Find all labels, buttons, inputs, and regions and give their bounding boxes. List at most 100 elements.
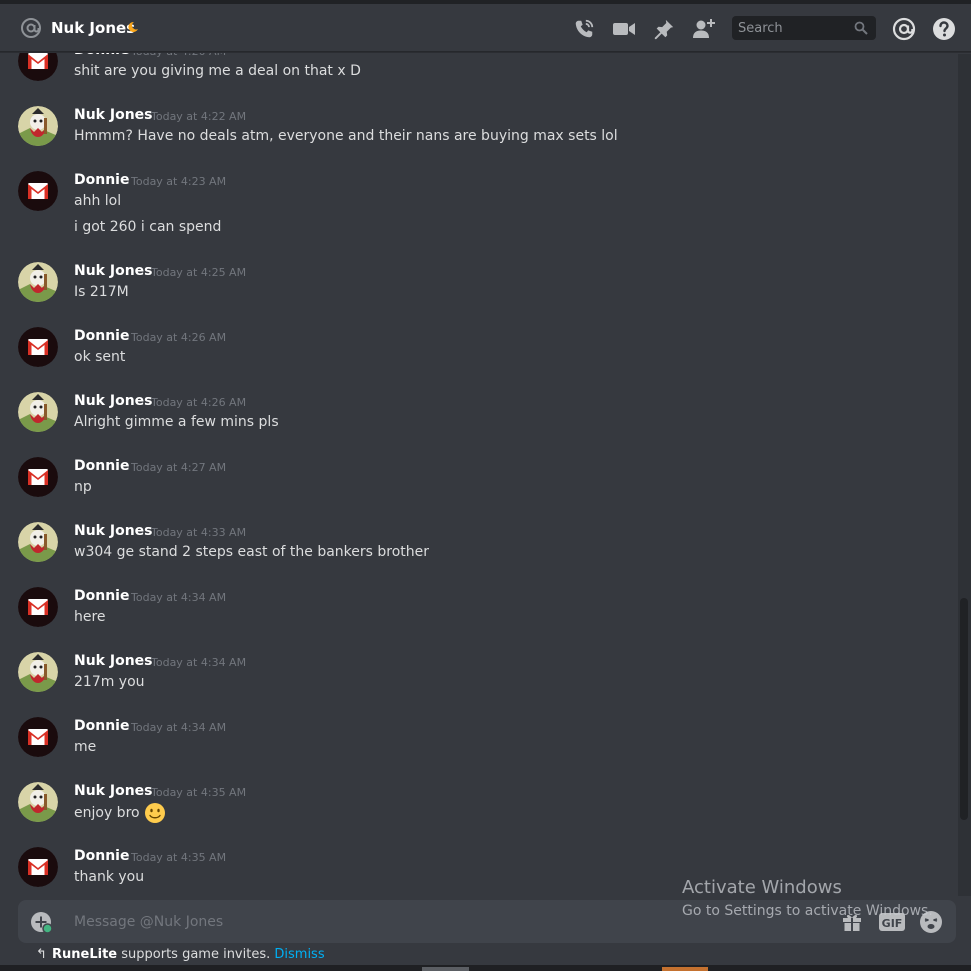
taskbar (0, 965, 971, 971)
message-author[interactable]: Donnie (74, 53, 129, 59)
message-group: Donnie Today at 4:23 AM ahh lol i got 260 i… (0, 171, 940, 255)
dm-title: Nuk Jones (51, 19, 136, 37)
message-text: Is 217M (74, 282, 129, 302)
message-group: Donnie Today at 4:27 AM np (0, 457, 940, 515)
message-text: Hmmm? Have no deals atm, everyone and th… (74, 126, 618, 146)
return-arrow-icon: ↰ (36, 947, 47, 962)
message-text-content: enjoy bro (74, 805, 140, 821)
message-timestamp: Today at 4:22 AM (151, 110, 247, 123)
message-group: Nuk Jones Today at 4:25 AM Is 217M (0, 262, 940, 320)
activate-windows-subtitle: Go to Settings to activate Windows. (682, 903, 933, 919)
at-sign-icon (21, 18, 41, 38)
slightly-smiling-face-emoji[interactable] (144, 802, 166, 824)
mentions-icon[interactable] (891, 16, 917, 42)
message-text-content: 217m you (74, 674, 145, 690)
message-author[interactable]: Donnie (74, 717, 129, 735)
upload-plus-icon[interactable] (30, 911, 52, 933)
message-group: Nuk Jones Today at 4:34 AM 217m you (0, 652, 940, 710)
message-author[interactable]: Donnie (74, 457, 129, 475)
gmail-avatar[interactable] (18, 457, 58, 497)
message-text-content: Is 217M (74, 284, 129, 300)
message-text-content: shit are you giving me a deal on that x … (74, 63, 361, 79)
gmail-avatar[interactable] (18, 587, 58, 627)
activate-windows-title: Activate Windows (682, 877, 842, 898)
message-text-content: ahh lol (74, 193, 122, 209)
search-input[interactable] (738, 20, 848, 36)
message-timestamp: Today at 4:20 AM (131, 53, 226, 61)
message-text: ok sent (74, 347, 125, 367)
message-group: Nuk Jones Today at 4:35 AM enjoy bro (0, 782, 940, 840)
taskbar-item[interactable] (422, 967, 469, 971)
message-author[interactable]: Nuk Jones (74, 782, 153, 800)
message-timestamp: Today at 4:35 AM (151, 786, 247, 799)
gmail-avatar[interactable] (18, 717, 58, 757)
message-text-content: thank you (74, 869, 145, 885)
message-timestamp: Today at 4:35 AM (131, 851, 227, 864)
message-timestamp: Today at 4:33 AM (151, 526, 247, 539)
call-icon[interactable] (571, 16, 597, 42)
message-author[interactable]: Donnie (74, 587, 129, 605)
message-author[interactable]: Donnie (74, 327, 129, 345)
message-text: ahh lol (74, 191, 121, 211)
message-timestamp: Today at 4:23 AM (131, 175, 227, 188)
message-text: me (74, 737, 96, 757)
notice-brand: RuneLite (52, 947, 118, 962)
message-group: Nuk Jones Today at 4:22 AM Hmmm? Have no d… (0, 106, 940, 164)
message-group: Nuk Jones Today at 4:33 AM w304 ge stand 2… (0, 522, 940, 580)
message-timestamp: Today at 4:27 AM (131, 461, 227, 474)
message-text-content: w304 ge stand 2 steps east of the banker… (74, 544, 430, 560)
message-author[interactable]: Nuk Jones (74, 652, 153, 670)
message-group: Donnie Today at 4:34 AM me (0, 717, 940, 775)
help-icon[interactable] (931, 16, 957, 42)
message-text: enjoy bro (74, 802, 166, 824)
message-author[interactable]: Donnie (74, 847, 129, 865)
character-avatar[interactable] (18, 652, 58, 692)
pin-icon[interactable] (651, 16, 677, 42)
message-timestamp: Today at 4:26 AM (151, 396, 247, 409)
video-icon[interactable] (611, 16, 637, 42)
message-timestamp: Today at 4:25 AM (151, 266, 247, 279)
message-text: i got 260 i can spend (74, 217, 221, 237)
moon-icon (128, 21, 138, 32)
message-text-content: Alright gimme a few mins pls (74, 414, 279, 430)
message-text-content: np (74, 479, 92, 495)
search-icon (854, 21, 868, 35)
character-avatar[interactable] (18, 392, 58, 432)
message-text-content: me (74, 739, 97, 755)
gmail-avatar[interactable] (18, 171, 58, 211)
message-timestamp: Today at 4:34 AM (131, 591, 227, 604)
message-text: thank you (74, 867, 144, 887)
message-author[interactable]: Nuk Jones (74, 522, 153, 540)
message-timestamp: Today at 4:26 AM (131, 331, 227, 344)
gmail-avatar[interactable] (18, 847, 58, 887)
game-invite-notice: ↰ RuneLite supports game invites. Dismiss (36, 945, 325, 965)
message-group: Donnie Today at 4:26 AM ok sent (0, 327, 940, 385)
search-box[interactable] (732, 16, 876, 40)
message-text-content: here (74, 609, 106, 625)
message-timestamp: Today at 4:34 AM (131, 721, 227, 734)
message-group: Nuk Jones Today at 4:26 AM Alright gimme a… (0, 392, 940, 450)
message-input[interactable] (74, 911, 634, 933)
message-group: Donnie Today at 4:34 AM here (0, 587, 940, 645)
message-list[interactable]: DonnieToday at 4:20 AMshit are you givin… (0, 53, 958, 898)
gmail-avatar[interactable] (18, 327, 58, 367)
message-author[interactable]: Nuk Jones (74, 106, 153, 124)
message-author[interactable]: Donnie (74, 171, 129, 189)
message-author[interactable]: Nuk Jones (74, 392, 153, 410)
message-text: 217m you (74, 672, 145, 692)
character-avatar[interactable] (18, 522, 58, 562)
message-author[interactable]: Nuk Jones (74, 262, 153, 280)
message-text: shit are you giving me a deal on that x … (74, 61, 361, 81)
character-avatar[interactable] (18, 106, 58, 146)
gmail-avatar[interactable] (18, 53, 58, 81)
scrollbar-thumb[interactable] (960, 598, 968, 820)
message-text: w304 ge stand 2 steps east of the banker… (74, 542, 429, 562)
character-avatar[interactable] (18, 782, 58, 822)
add-member-icon[interactable] (691, 16, 717, 42)
message-group: DonnieToday at 4:20 AM shit are you givin… (0, 53, 940, 99)
character-avatar[interactable] (18, 262, 58, 302)
message-text: here (74, 607, 106, 627)
taskbar-item-active[interactable] (662, 967, 708, 971)
message-text-content: ok sent (74, 349, 126, 365)
dismiss-link[interactable]: Dismiss (274, 947, 324, 962)
